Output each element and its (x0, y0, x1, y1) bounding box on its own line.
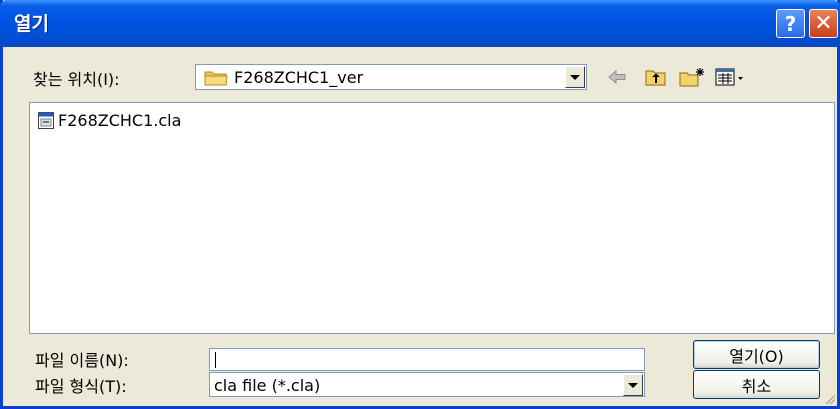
file-name: F268ZCHC1.cla (58, 111, 182, 130)
close-icon: ✕ (814, 11, 833, 36)
open-button[interactable]: 열기(O) (693, 340, 820, 369)
cancel-button[interactable]: 취소 (693, 370, 820, 399)
filename-label: 파일 이름(N): (35, 347, 129, 371)
text-caret (215, 352, 216, 368)
new-folder-button[interactable] (679, 64, 705, 90)
filetype-dropdown-icon[interactable] (623, 374, 643, 396)
back-arrow-icon (608, 69, 626, 85)
dialog-title: 열기 (14, 13, 49, 35)
new-folder-icon (679, 68, 704, 87)
lookin-value: F268ZCHC1_ver (234, 68, 364, 87)
help-icon: ? (784, 11, 797, 36)
back-button[interactable] (607, 64, 629, 90)
up-one-level-button[interactable] (645, 64, 667, 90)
filename-input[interactable] (209, 348, 645, 371)
cancel-button-label: 취소 (741, 376, 772, 396)
resize-grip-icon[interactable] (823, 392, 835, 404)
lookin-label: 찾는 위치(I): (33, 70, 120, 89)
open-dialog: 열기 ? ✕ 찾는 위치(I): F268ZCHC1_ver F268ZCHC1… (0, 0, 840, 409)
help-button[interactable]: ? (776, 9, 805, 38)
lookin-combobox[interactable]: F268ZCHC1_ver (195, 64, 587, 90)
views-menu-button[interactable] (715, 64, 745, 90)
filetype-value: cla file (*.cla) (214, 376, 321, 395)
file-list[interactable]: F268ZCHC1.cla (29, 102, 835, 334)
folder-icon (204, 71, 228, 86)
up-one-level-icon (645, 70, 666, 86)
title-bar[interactable]: 열기 ? ✕ (0, 0, 840, 47)
cla-file-icon (38, 112, 54, 129)
file-item[interactable]: F268ZCHC1.cla (38, 111, 181, 130)
filetype-combobox[interactable]: cla file (*.cla) (209, 372, 645, 397)
lookin-dropdown-icon[interactable] (565, 66, 585, 88)
close-button[interactable]: ✕ (809, 9, 838, 38)
views-menu-icon (715, 68, 743, 86)
filetype-label-text: 파일 형식(T): (35, 377, 127, 396)
open-button-label: 열기(O) (729, 346, 784, 366)
filetype-label: 파일 형식(T): (35, 373, 127, 397)
filename-label-text: 파일 이름(N): (35, 351, 129, 370)
